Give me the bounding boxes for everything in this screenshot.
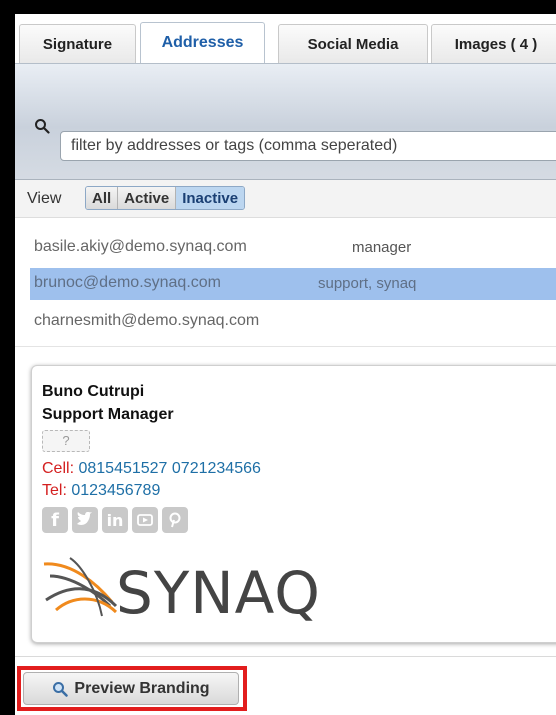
youtube-icon[interactable] [132, 507, 158, 533]
tab-signature[interactable]: Signature [19, 24, 136, 63]
signature-preview: Buno Cutrupi Support Manager ? Cell: 081… [31, 365, 556, 643]
tel-label: Tel: [42, 482, 67, 499]
preview-branding-label: Preview Branding [74, 679, 210, 697]
footer-divider [15, 656, 556, 657]
search-icon [35, 119, 50, 134]
tab-label: Images ( 4 ) [454, 35, 538, 53]
signature-title: Support Manager [42, 406, 174, 423]
address-email: basile.akiy@demo.synaq.com [34, 238, 247, 255]
list-item[interactable]: brunoc@demo.synaq.com support, synaq [30, 268, 556, 300]
tab-social-media[interactable]: Social Media [278, 24, 428, 63]
list-item[interactable]: basile.akiy@demo.synaq.com manager [30, 232, 556, 264]
magnifier-icon [53, 681, 69, 697]
pinterest-icon[interactable] [162, 507, 188, 533]
signature-name: Buno Cutrupi [42, 383, 145, 400]
address-email: charnesmith@demo.synaq.com [34, 312, 260, 329]
facebook-icon[interactable]: f [42, 507, 68, 533]
twitter-icon[interactable] [72, 507, 98, 533]
view-filter-row: View All Active Inactive [15, 180, 556, 218]
signature-cell-line: Cell: 0815451527 0721234566 [42, 460, 261, 478]
view-segmented-control: All Active Inactive [85, 186, 246, 210]
filter-bar [15, 63, 556, 180]
tab-label: Social Media [307, 35, 399, 53]
filter-input[interactable] [60, 131, 556, 161]
view-option-all[interactable]: All [86, 187, 119, 209]
list-divider [15, 346, 556, 347]
tel-value: 0123456789 [71, 482, 161, 499]
tab-label: Signature [42, 35, 113, 53]
image-placeholder: ? [42, 430, 90, 452]
logo-text: SYNAQ [116, 559, 321, 627]
tab-images[interactable]: Images ( 4 ) [431, 24, 556, 63]
cell-label: Cell: [42, 460, 75, 477]
view-option-active[interactable]: Active [118, 187, 177, 209]
tab-addresses[interactable]: Addresses [140, 22, 265, 63]
social-icons: f in [42, 507, 188, 533]
tab-label: Addresses [161, 34, 244, 51]
view-label: View [27, 190, 62, 207]
address-tags: manager [352, 239, 412, 256]
linkedin-icon[interactable]: in [102, 507, 128, 533]
list-item[interactable]: charnesmith@demo.synaq.com [30, 306, 556, 338]
view-option-inactive[interactable]: Inactive [176, 187, 245, 209]
address-tags: support, synaq [318, 275, 417, 292]
tab-bar: Signature Addresses Social Media Images … [15, 14, 556, 63]
address-email: brunoc@demo.synaq.com [34, 274, 221, 291]
cell-value: 0815451527 0721234566 [78, 460, 261, 477]
signature-editor-panel: Signature Addresses Social Media Images … [15, 14, 556, 715]
preview-branding-button[interactable]: Preview Branding [23, 672, 239, 705]
signature-tel-line: Tel: 0123456789 [42, 482, 160, 500]
synaq-logo: SYNAQ [42, 536, 402, 636]
